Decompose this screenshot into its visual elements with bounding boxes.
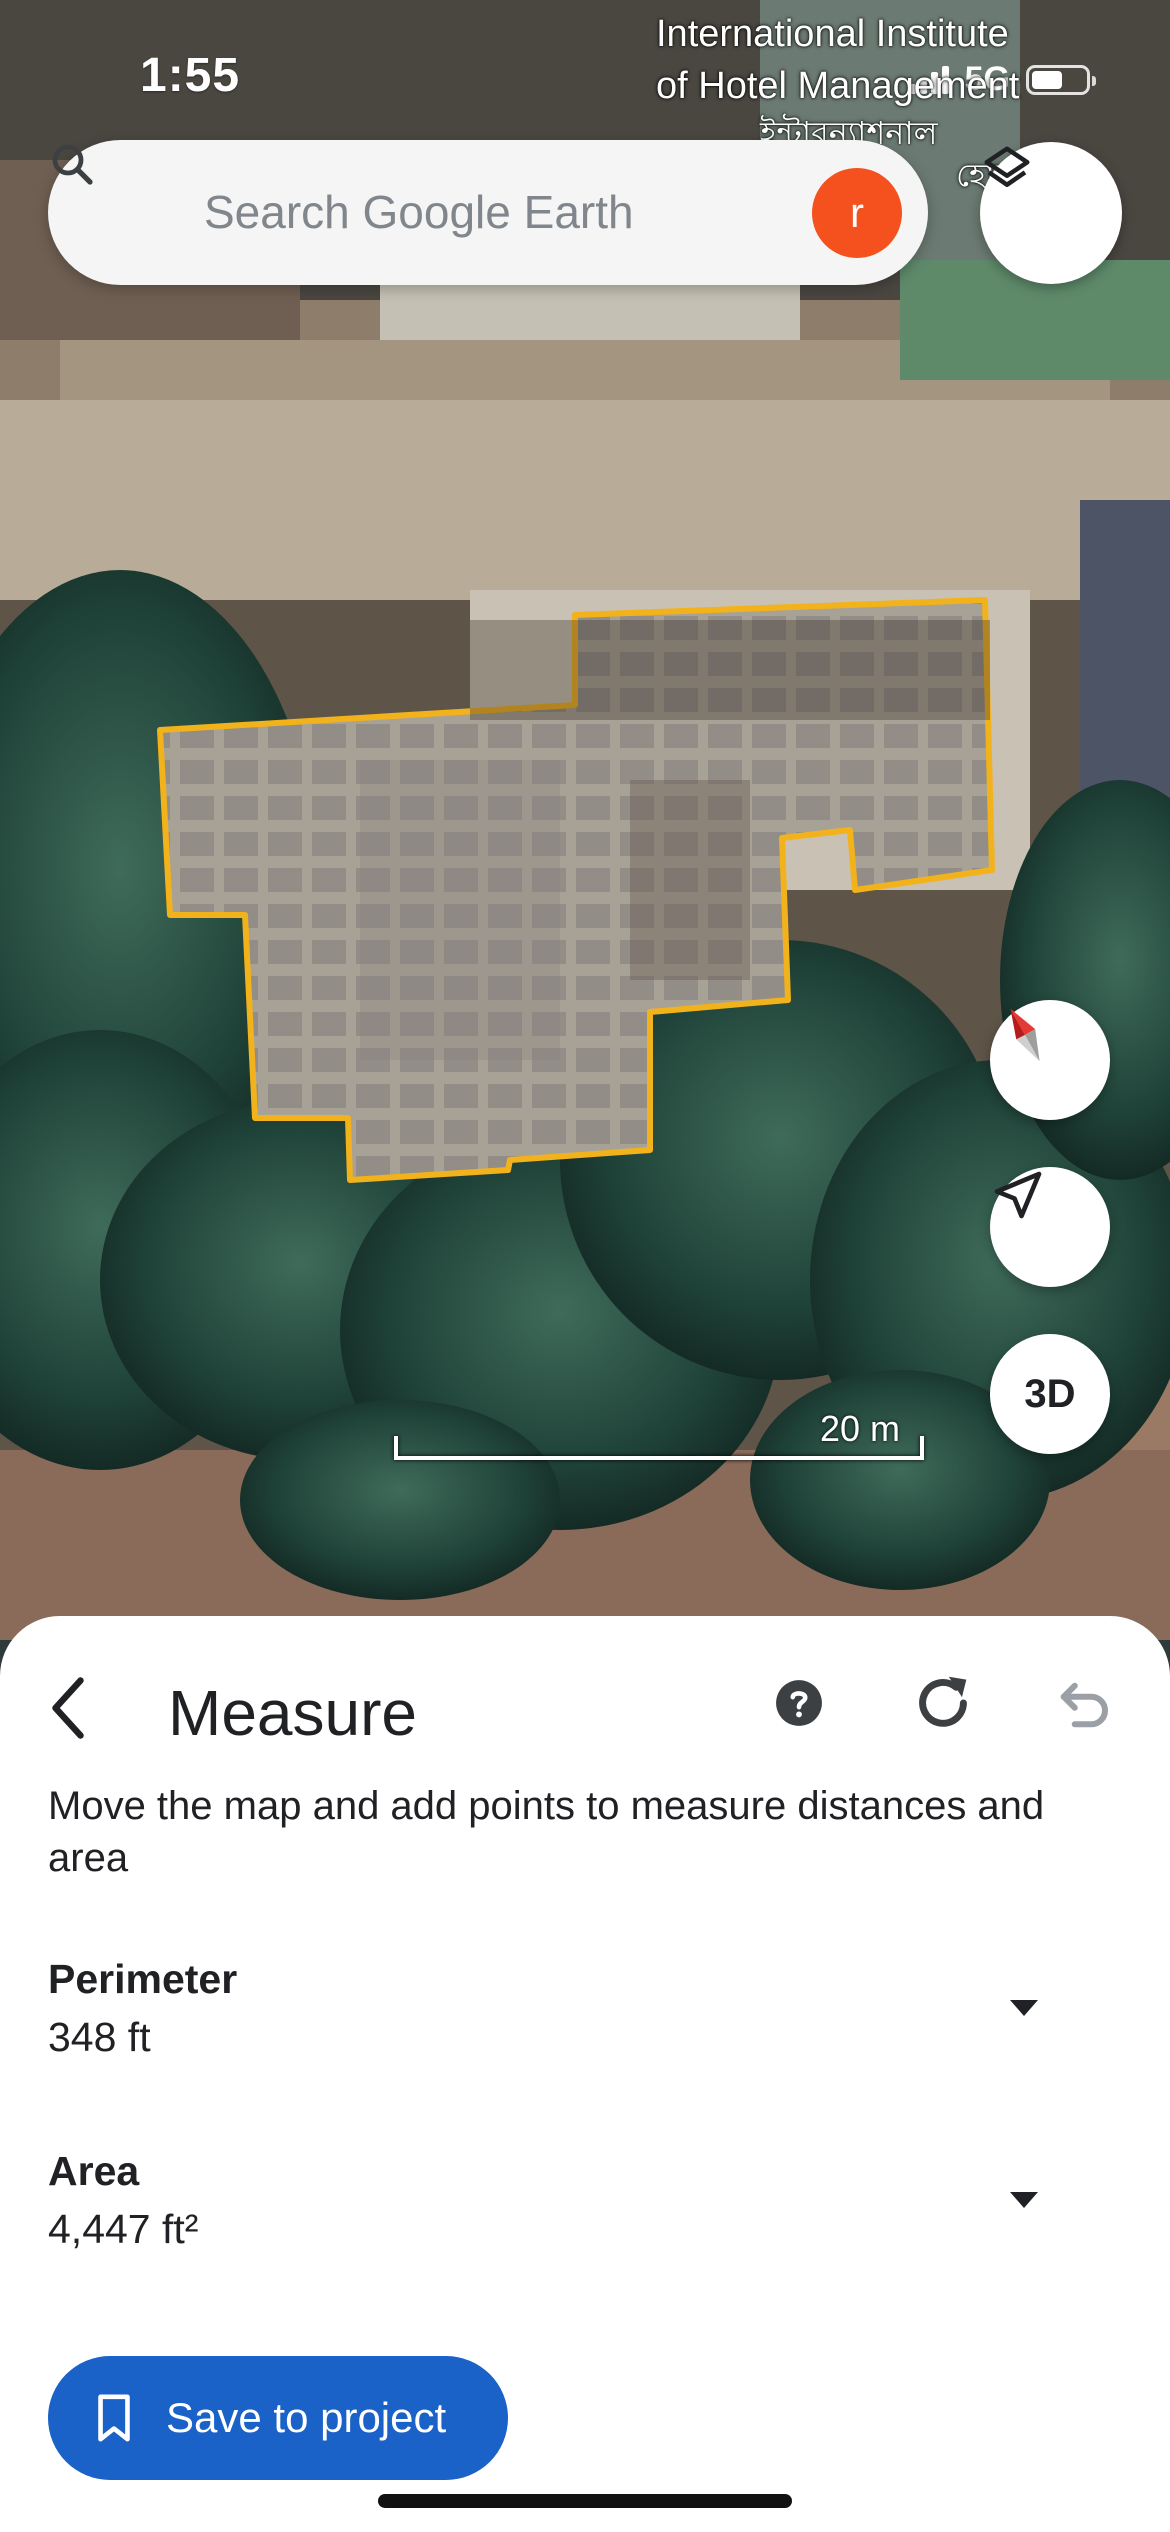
save-to-project-button[interactable]: Save to project <box>48 2356 508 2480</box>
navigation-icon <box>994 1171 1042 1219</box>
search-bar[interactable]: Search Google Earth r <box>48 140 928 285</box>
3d-toggle-button[interactable]: 3D <box>990 1334 1110 1454</box>
help-icon[interactable] <box>774 1678 824 1728</box>
my-location-button[interactable] <box>990 1167 1110 1287</box>
measure-instructions: Move the map and add points to measure d… <box>48 1784 1045 1880</box>
save-button-label: Save to project <box>166 2394 447 2441</box>
place-label-line2: of Hotel Management <box>656 65 1020 107</box>
undo-icon[interactable] <box>1050 1672 1116 1738</box>
measure-sheet: Measure Move the map and add points to m… <box>0 1616 1170 2532</box>
bookmark-icon <box>98 2394 130 2442</box>
refresh-icon[interactable] <box>908 1668 978 1738</box>
layers-button[interactable] <box>980 142 1122 284</box>
status-time: 1:55 <box>140 49 241 102</box>
area-label: Area <box>48 2148 140 2194</box>
avatar[interactable]: r <box>812 168 902 258</box>
page-title: Measure <box>168 1677 417 1749</box>
area-value: 4,447 ft² <box>48 2206 199 2252</box>
compass-icon <box>1010 1008 1040 1062</box>
scale-bar <box>394 1436 924 1460</box>
compass-button[interactable] <box>990 1000 1110 1120</box>
search-input[interactable]: Search Google Earth <box>204 185 634 239</box>
search-icon <box>52 144 93 185</box>
perimeter-dropdown-icon[interactable] <box>1000 1984 1048 2032</box>
perimeter-label: Perimeter <box>48 1956 238 2002</box>
satellite-map[interactable]: 1:55 5G International Institute of Hotel… <box>0 0 1170 1640</box>
home-indicator[interactable] <box>378 2494 792 2508</box>
area-dropdown-icon[interactable] <box>1000 2176 1048 2224</box>
back-arrow-icon[interactable] <box>38 1668 98 1748</box>
place-label-line1: International Institute <box>656 13 1009 55</box>
layers-icon <box>984 146 1030 187</box>
perimeter-value: 348 ft <box>48 2014 151 2060</box>
